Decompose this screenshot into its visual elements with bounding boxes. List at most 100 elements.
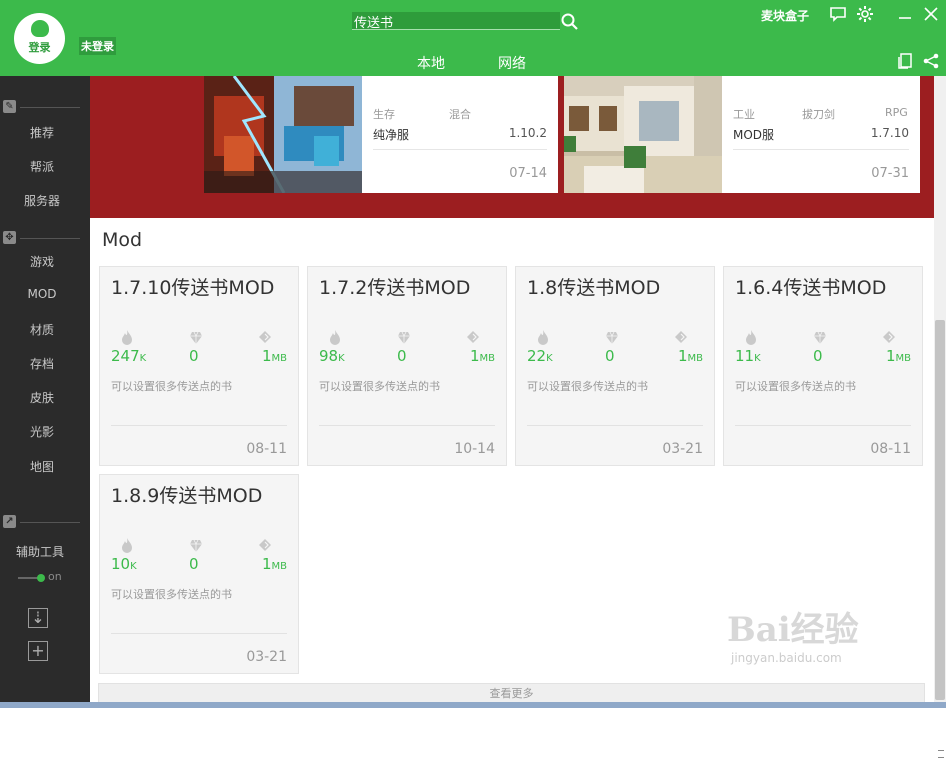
mod-date: 03-21 [246, 649, 287, 665]
divider [20, 107, 80, 108]
mod-title: 1.8传送书MOD [527, 277, 661, 299]
downloads-icon [328, 329, 342, 345]
search-icon[interactable] [560, 12, 580, 32]
login-avatar[interactable]: 登录 [14, 13, 65, 64]
download-count: 247K [111, 347, 146, 365]
server-card-info[interactable]: ▁▁▁▁ ▁ ▁▁ 工业 拔刀剑 RPG MOD服 1.7.10 07-31 [722, 70, 920, 193]
download-unit: K [754, 353, 761, 364]
size-value: 1 [261, 347, 272, 365]
sidebar-item-skins[interactable]: 皮肤 [0, 389, 84, 406]
toggle-label: on [48, 570, 62, 583]
size-icon [258, 537, 272, 553]
sidebar-item-shaders[interactable]: 光影 [0, 423, 84, 440]
mod-card[interactable]: 1.8传送书MOD 22K 0 1MB 可以设置很多传送点的书 03-21 [515, 266, 715, 466]
mod-description: 可以设置很多传送点的书 [111, 588, 232, 601]
size-icon [258, 329, 272, 345]
server-thumbnail[interactable] [564, 76, 722, 193]
server-version: 1.10.2 [508, 126, 547, 140]
file-size: 1MB [262, 555, 287, 573]
taskbar-strip [0, 702, 946, 708]
sidebar-item-games[interactable]: 游戏 [0, 253, 84, 270]
divider [527, 425, 703, 426]
sidebar-item-mod[interactable]: MOD [0, 287, 84, 301]
server-tag: 拔刀剑 [802, 108, 835, 121]
sidebar-item-tools[interactable]: 辅助工具 [0, 543, 82, 560]
gem-icon [397, 329, 411, 345]
size-icon [674, 329, 688, 345]
mod-title: 1.7.10传送书MOD [111, 277, 275, 299]
mod-date: 08-11 [870, 441, 911, 457]
size-value: 1 [885, 347, 896, 365]
gem-count: 0 [813, 347, 823, 365]
download-value: 247 [111, 347, 140, 365]
tools-toggle[interactable]: on [18, 570, 68, 584]
gem-icon [189, 329, 203, 345]
user-icon [30, 20, 49, 37]
server-thumbnail[interactable] [204, 76, 362, 193]
file-size: 1MB [678, 347, 703, 365]
sidebar: ✎ 推荐 帮派 服务器 ✥ 游戏 MOD 材质 存档 皮肤 光影 地图 ↗ 辅助… [0, 76, 90, 708]
search-input[interactable] [352, 13, 560, 30]
mod-card[interactable]: 1.7.10传送书MOD 247K 0 1MB 可以设置很多传送点的书 08-1… [99, 266, 299, 466]
mod-card[interactable]: 1.6.4传送书MOD 11K 0 1MB 可以设置很多传送点的书 08-11 [723, 266, 923, 466]
gamepad-icon: ✥ [3, 231, 16, 244]
server-tag: 工业 [733, 108, 755, 121]
gear-icon[interactable] [856, 5, 874, 23]
sidebar-item-recommend[interactable]: 推荐 [0, 124, 84, 141]
size-unit: MB [271, 561, 288, 572]
mod-description: 可以设置很多传送点的书 [735, 380, 856, 393]
server-name: 纯净服 [373, 128, 410, 142]
top-bar: 登录 未登录 麦块盒子 本地 网络 [0, 0, 946, 76]
scrollbar-thumb[interactable] [935, 320, 945, 758]
server-name: MOD服 [733, 128, 775, 142]
login-status[interactable]: 未登录 [79, 37, 116, 55]
file-size: 1MB [886, 347, 911, 365]
downloads-icon [120, 329, 134, 345]
gem-icon [189, 537, 203, 553]
watermark: Bai经验 jingyan.baidu.com [727, 602, 859, 665]
download-value: 98 [319, 347, 339, 365]
share-icon[interactable] [922, 52, 940, 70]
gem-icon [813, 329, 827, 345]
size-icon [882, 329, 896, 345]
add-icon[interactable]: + [28, 641, 48, 661]
file-size: 1MB [262, 347, 287, 365]
server-date: 07-31 [871, 166, 909, 181]
toggle-knob [37, 574, 45, 582]
close-icon[interactable] [922, 5, 940, 23]
download-value: 10 [111, 555, 131, 573]
divider [20, 522, 80, 523]
search-box[interactable] [352, 12, 560, 30]
watermark-url: jingyan.baidu.com [731, 651, 842, 665]
size-unit: MB [895, 353, 912, 364]
truncated-text: ▁▁▁▁ ▁ ▁▁ [733, 70, 806, 79]
size-unit: MB [687, 353, 704, 364]
divider [373, 149, 547, 150]
mod-description: 可以设置很多传送点的书 [319, 380, 440, 393]
download-icon[interactable]: ⇣ [28, 608, 48, 628]
sidebar-item-server[interactable]: 服务器 [0, 192, 84, 209]
downloads-icon [120, 537, 134, 553]
sidebar-item-textures[interactable]: 材质 [0, 321, 84, 338]
sidebar-item-guild[interactable]: 帮派 [0, 158, 84, 175]
sidebar-item-saves[interactable]: 存档 [0, 355, 84, 372]
size-unit: MB [271, 353, 288, 364]
mod-card[interactable]: 1.8.9传送书MOD 10K 0 1MB 可以设置很多传送点的书 03-21 [99, 474, 299, 674]
server-card-info[interactable]: ▁▁▁▁ ▁ ▁▁ 生存 混合 纯净服 1.10.2 07-14 [362, 70, 558, 193]
tools-icon: ↗ [3, 515, 16, 528]
downloads-icon [744, 329, 758, 345]
minimize-icon[interactable] [896, 5, 914, 23]
sidebar-item-maps[interactable]: 地图 [0, 458, 84, 475]
server-tag: 混合 [449, 108, 471, 121]
download-unit: K [139, 353, 147, 364]
message-icon[interactable] [829, 5, 847, 23]
mod-title: 1.7.2传送书MOD [319, 277, 471, 299]
files-icon[interactable] [896, 52, 914, 70]
mod-description: 可以设置很多传送点的书 [111, 380, 232, 393]
scrollbar[interactable] [934, 76, 946, 758]
divider [319, 425, 495, 426]
gem-count: 0 [605, 347, 615, 365]
download-count: 98K [319, 347, 345, 365]
mod-card[interactable]: 1.7.2传送书MOD 98K 0 1MB 可以设置很多传送点的书 10-14 [307, 266, 507, 466]
truncated-text: ▁▁▁▁ ▁ ▁▁ [373, 70, 446, 79]
